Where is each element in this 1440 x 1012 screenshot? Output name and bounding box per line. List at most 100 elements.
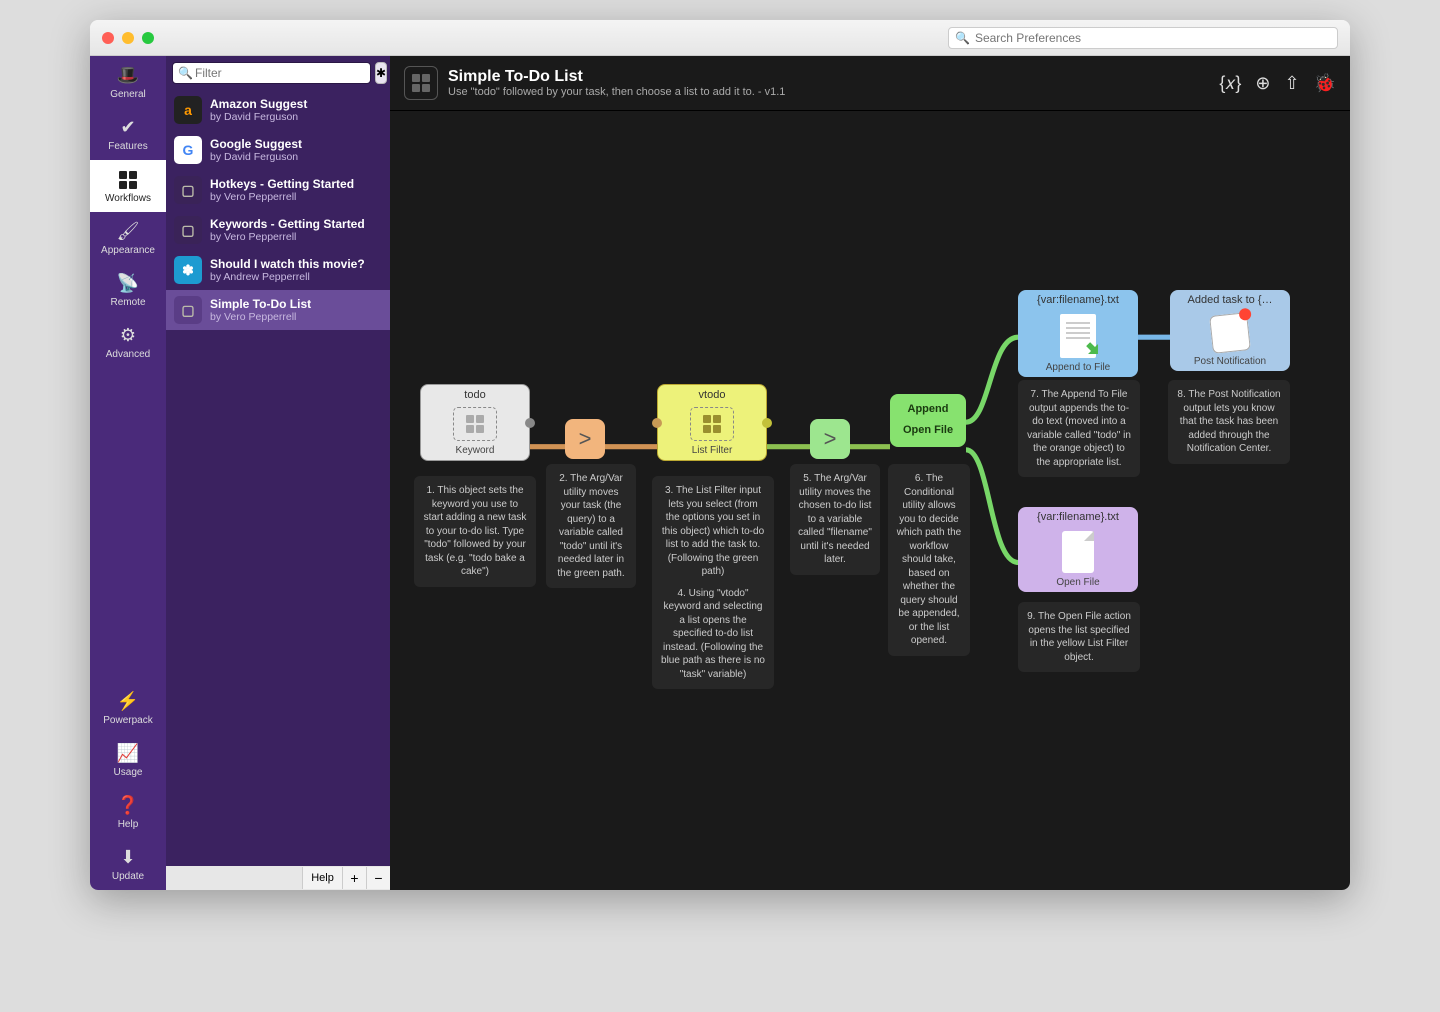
sidebar-item-label: Help bbox=[118, 819, 139, 830]
sidebar-item-label: Appearance bbox=[101, 245, 155, 256]
zoom-icon[interactable] bbox=[142, 32, 154, 44]
sidebar-item-general[interactable]: 🎩 General bbox=[90, 56, 166, 108]
workflow-item-title: Hotkeys - Getting Started bbox=[210, 177, 354, 191]
workflow-item-title: Should I watch this movie? bbox=[210, 257, 365, 271]
workflow-subtitle: Use "todo" followed by your task, then c… bbox=[448, 86, 785, 98]
share-icon[interactable]: ⇧ bbox=[1284, 73, 1299, 94]
annotation-9: 9. The Open File action opens the list s… bbox=[1018, 602, 1140, 672]
annotation-5: 5. The Arg/Var utility moves the chosen … bbox=[790, 464, 880, 575]
workflow-item[interactable]: ▢ Hotkeys - Getting Started by Vero Pepp… bbox=[166, 170, 390, 210]
node-keyword[interactable]: todo Keyword bbox=[420, 384, 530, 461]
remove-workflow-button[interactable]: − bbox=[366, 867, 390, 889]
workflow-item-icon: G bbox=[174, 136, 202, 164]
annotation-3: 3. The List Filter input lets you select… bbox=[660, 484, 766, 579]
workflow-item-author: by Vero Pepperrell bbox=[210, 311, 311, 324]
sidebar-item-label: General bbox=[110, 89, 146, 100]
file-append-icon bbox=[1060, 314, 1096, 358]
sidebar: 🎩 General ✔ Features Workflows 🖌 Appeara… bbox=[90, 56, 166, 890]
output-port[interactable] bbox=[525, 418, 535, 428]
node-argvar-1[interactable]: > bbox=[565, 419, 605, 459]
sidebar-item-label: Workflows bbox=[105, 193, 151, 204]
workflow-item-author: by Vero Pepperrell bbox=[210, 191, 354, 204]
node-type-label: Append to File bbox=[1046, 360, 1111, 377]
node-conditional[interactable]: Append Open File bbox=[890, 394, 966, 447]
sidebar-item-update[interactable]: ⬇ Update bbox=[90, 838, 166, 890]
annotation-6: 6. The Conditional utility allows you to… bbox=[888, 464, 970, 656]
node-post-notification[interactable]: Added task to {… Post Notification bbox=[1170, 290, 1290, 371]
sidebar-item-label: Remote bbox=[110, 297, 145, 308]
workflow-item-author: by Andrew Pepperrell bbox=[210, 271, 365, 284]
sidebar-item-appearance[interactable]: 🖌 Appearance bbox=[90, 212, 166, 264]
sidebar-item-label: Features bbox=[108, 141, 147, 152]
annotation-1: 1. This object sets the keyword you use … bbox=[414, 476, 536, 587]
sidebar-item-workflows[interactable]: Workflows bbox=[90, 160, 166, 212]
add-object-icon[interactable]: ⊕ bbox=[1255, 73, 1270, 94]
workflow-title: Simple To-Do List bbox=[448, 68, 785, 86]
chart-icon: 📈 bbox=[115, 743, 141, 765]
roller-icon: 🖌 bbox=[115, 221, 141, 243]
search-preferences[interactable]: 🔍 bbox=[948, 27, 1338, 49]
workflow-item[interactable]: ▢ Simple To-Do List by Vero Pepperrell bbox=[166, 290, 390, 330]
annotation-7: 7. The Append To File output appends the… bbox=[1018, 380, 1140, 477]
node-type-label: Keyword bbox=[456, 443, 495, 460]
help-button[interactable]: Help bbox=[302, 867, 342, 889]
cond-option-append: Append bbox=[908, 402, 949, 417]
node-list-filter[interactable]: vtodo List Filter bbox=[657, 384, 767, 461]
node-title: {var:filename}.txt bbox=[1029, 290, 1127, 310]
annotation-8: 8. The Post Notification output lets you… bbox=[1168, 380, 1290, 464]
sidebar-item-advanced[interactable]: ⚙ Advanced bbox=[90, 316, 166, 368]
output-port[interactable] bbox=[762, 418, 772, 428]
annotation-3-4: 3. The List Filter input lets you select… bbox=[652, 476, 774, 689]
workflow-footer: Help + − bbox=[166, 866, 390, 890]
debug-icon[interactable]: 🐞 bbox=[1314, 73, 1336, 94]
check-icon: ✔ bbox=[115, 117, 141, 139]
gear-icon: ✱ bbox=[376, 66, 386, 80]
node-argvar-2[interactable]: > bbox=[810, 419, 850, 459]
node-append-to-file[interactable]: {var:filename}.txt Append to File bbox=[1018, 290, 1138, 377]
node-type-label: List Filter bbox=[692, 443, 733, 460]
notification-icon bbox=[1209, 312, 1251, 354]
variables-icon[interactable]: {𝑥} bbox=[1219, 73, 1241, 94]
workflow-filter-input[interactable] bbox=[172, 62, 371, 84]
titlebar: 🔍 bbox=[90, 20, 1350, 56]
annotation-4: 4. Using "vtodo" keyword and selecting a… bbox=[660, 587, 766, 682]
input-port[interactable] bbox=[652, 418, 662, 428]
sidebar-item-usage[interactable]: 📈 Usage bbox=[90, 734, 166, 786]
add-workflow-button[interactable]: + bbox=[342, 867, 366, 889]
sidebar-item-label: Powerpack bbox=[103, 715, 152, 726]
node-title: todo bbox=[456, 385, 493, 405]
workflow-item[interactable]: a Amazon Suggest by David Ferguson bbox=[166, 90, 390, 130]
sidebar-item-label: Advanced bbox=[106, 349, 150, 360]
sidebar-item-powerpack[interactable]: ⚡ Powerpack bbox=[90, 682, 166, 734]
workflow-item-title: Keywords - Getting Started bbox=[210, 217, 365, 231]
file-icon bbox=[1062, 531, 1094, 573]
close-icon[interactable] bbox=[102, 32, 114, 44]
lifebuoy-icon: ❓ bbox=[115, 795, 141, 817]
workflow-item[interactable]: ▢ Keywords - Getting Started by Vero Pep… bbox=[166, 210, 390, 250]
canvas-toolbar: {𝑥} ⊕ ⇧ 🐞 bbox=[1219, 73, 1336, 94]
workflow-item-icon: ▢ bbox=[174, 296, 202, 324]
sidebar-bottom: ⚡ Powerpack 📈 Usage ❓ Help ⬇ Update bbox=[90, 682, 166, 890]
canvas-stage[interactable]: todo Keyword > vtodo List Filter > Appen… bbox=[390, 112, 1350, 890]
node-open-file[interactable]: {var:filename}.txt Open File bbox=[1018, 507, 1138, 592]
workflow-item-icon: ▢ bbox=[174, 216, 202, 244]
sidebar-item-features[interactable]: ✔ Features bbox=[90, 108, 166, 160]
sidebar-item-label: Usage bbox=[114, 767, 143, 778]
workflow-item-author: by Vero Pepperrell bbox=[210, 231, 365, 244]
preferences-window: 🔍 🎩 General ✔ Features Workflows 🖌 Appea… bbox=[90, 20, 1350, 890]
sidebar-item-remote[interactable]: 📡 Remote bbox=[90, 264, 166, 316]
search-preferences-input[interactable] bbox=[975, 31, 1331, 45]
sidebar-item-help[interactable]: ❓ Help bbox=[90, 786, 166, 838]
search-icon: 🔍 bbox=[955, 31, 970, 45]
workflow-options-button[interactable]: ✱ bbox=[375, 62, 387, 84]
workflow-item-icon: a bbox=[174, 96, 202, 124]
workflow-item[interactable]: G Google Suggest by David Ferguson bbox=[166, 130, 390, 170]
workflow-item[interactable]: ✽ Should I watch this movie? by Andrew P… bbox=[166, 250, 390, 290]
remote-icon: 📡 bbox=[115, 273, 141, 295]
minimize-icon[interactable] bbox=[122, 32, 134, 44]
workflow-items: a Amazon Suggest by David Ferguson G Goo… bbox=[166, 90, 390, 866]
workflow-canvas: Simple To-Do List Use "todo" followed by… bbox=[390, 56, 1350, 890]
sliders-icon: ⚙ bbox=[115, 325, 141, 347]
workflow-item-title: Google Suggest bbox=[210, 137, 302, 151]
traffic-lights bbox=[102, 32, 154, 44]
